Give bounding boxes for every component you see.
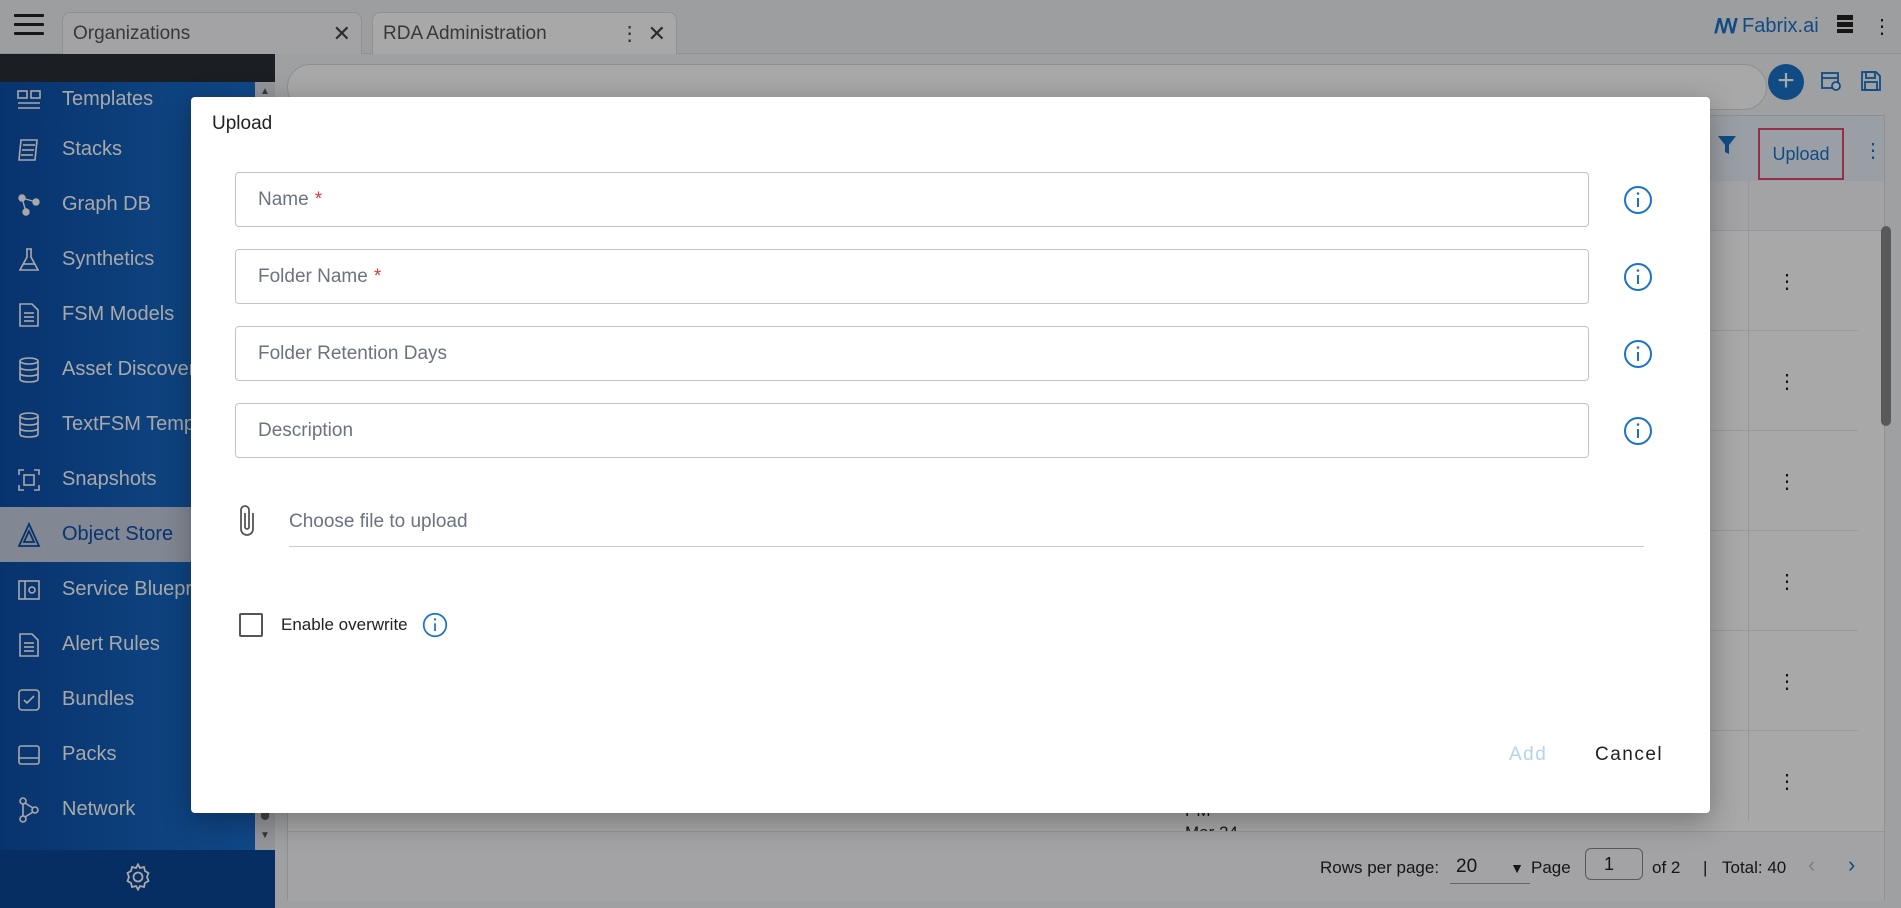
folder-name-input[interactable] (236, 250, 1588, 303)
description-field[interactable]: Description (235, 403, 1589, 458)
info-icon[interactable] (422, 612, 448, 638)
description-input[interactable] (236, 404, 1588, 457)
info-icon[interactable] (1623, 339, 1653, 369)
enable-overwrite-row: Enable overwrite (239, 610, 448, 640)
upload-dialog: Upload Name * Folder Name * Folder Retenti… (191, 97, 1710, 813)
info-icon[interactable] (1623, 262, 1653, 292)
enable-overwrite-checkbox[interactable] (239, 613, 263, 637)
cancel-button[interactable]: Cancel (1595, 744, 1663, 766)
folder-retention-days-input[interactable] (236, 327, 1588, 380)
dialog-title: Upload (212, 113, 273, 134)
info-icon[interactable] (1623, 416, 1653, 446)
file-upload-row[interactable]: Choose file to upload (235, 497, 1645, 547)
folder-name-field[interactable]: Folder Name * (235, 249, 1589, 304)
file-chooser[interactable]: Choose file to upload (289, 509, 1644, 547)
enable-overwrite-label: Enable overwrite (281, 615, 408, 634)
info-icon[interactable] (1623, 185, 1653, 215)
name-input[interactable] (236, 173, 1588, 226)
name-field[interactable]: Name * (235, 172, 1589, 227)
paperclip-icon[interactable] (235, 503, 265, 541)
folder-retention-days-field[interactable]: Folder Retention Days (235, 326, 1589, 381)
add-button[interactable]: Add (1509, 744, 1547, 766)
